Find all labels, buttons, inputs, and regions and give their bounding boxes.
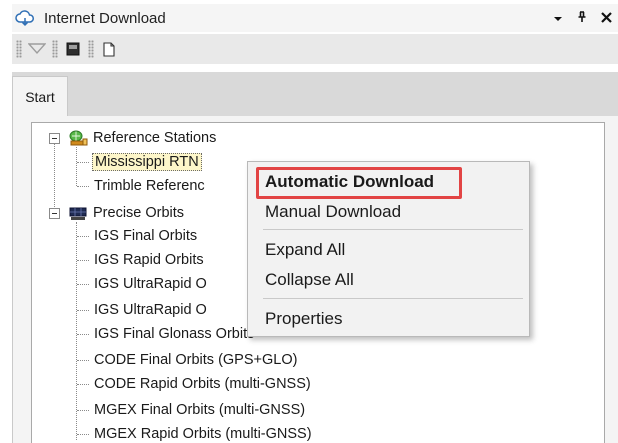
- panel-title-bar: Internet Download: [12, 4, 618, 32]
- tree-item-label: MGEX Final Orbits (multi-GNSS): [94, 402, 306, 418]
- tree-connector: [77, 236, 89, 237]
- pin-icon[interactable]: [577, 10, 587, 26]
- menu-item-expand-all[interactable]: Expand All: [265, 240, 345, 260]
- tree-group-precise-orbits[interactable]: Precise Orbits: [68, 201, 184, 225]
- close-icon[interactable]: [601, 11, 612, 26]
- tree-item-label: IGS UltraRapid O: [94, 276, 207, 292]
- tree-connector: [77, 186, 89, 187]
- tree-connector: [77, 310, 89, 311]
- tree-connector: [76, 147, 77, 186]
- satellite-orbit-icon: [68, 204, 88, 222]
- tree-connector: [77, 162, 89, 163]
- tree-item-mississippi-rtn[interactable]: Mississippi RTN: [92, 150, 202, 174]
- menu-item-properties[interactable]: Properties: [265, 309, 342, 329]
- tree-connector: [54, 139, 55, 213]
- filter-dropdown-icon[interactable]: [26, 38, 48, 60]
- tree-connector: [77, 410, 89, 411]
- tree-connector: [77, 434, 89, 435]
- tab-start-label: Start: [25, 88, 55, 105]
- tab-start[interactable]: Start: [12, 76, 68, 116]
- tree-item-mgex-final-orbits[interactable]: MGEX Final Orbits (multi-GNSS): [94, 398, 305, 422]
- tree-connector: [77, 260, 89, 261]
- menu-item-automatic-download[interactable]: Automatic Download: [265, 172, 434, 192]
- tree-item-igs-rapid-orbits[interactable]: IGS Rapid Orbits: [94, 248, 204, 272]
- tree-item-label: MGEX Rapid Orbits (multi-GNSS): [94, 426, 312, 442]
- menu-item-collapse-all[interactable]: Collapse All: [265, 270, 354, 290]
- context-menu: Automatic Download Manual Download Expan…: [247, 161, 530, 337]
- window-controls: [553, 4, 612, 32]
- tree-item-igs-ultrarapid-2[interactable]: IGS UltraRapid O: [94, 298, 207, 322]
- menu-item-manual-download[interactable]: Manual Download: [265, 202, 401, 222]
- tree-item-label: IGS Final Glonass Orbits: [94, 326, 255, 342]
- tree-item-label: CODE Final Orbits (GPS+GLO): [94, 352, 298, 368]
- tree-item-label: CODE Rapid Orbits (multi-GNSS): [94, 376, 311, 392]
- collapse-toggle[interactable]: [49, 133, 60, 144]
- menu-separator: [263, 298, 523, 299]
- tree-connector: [77, 284, 89, 285]
- toolbar-separator: [52, 40, 58, 58]
- tree-item-label: Mississippi RTN: [92, 153, 202, 171]
- new-document-icon[interactable]: [98, 38, 120, 60]
- tree-group-label: Reference Stations: [93, 130, 217, 146]
- tree-group-reference-stations[interactable]: Reference Stations: [68, 126, 216, 150]
- collapse-toggle[interactable]: [49, 208, 60, 219]
- tree-connector: [77, 360, 89, 361]
- internet-download-panel: Internet Download Start Reference Statio…: [0, 0, 618, 443]
- tree-item-label: Trimble Referenc: [94, 178, 205, 194]
- network-station-icon: [68, 129, 88, 147]
- tree-group-label: Precise Orbits: [93, 205, 185, 221]
- tree-item-code-rapid-orbits[interactable]: CODE Rapid Orbits (multi-GNSS): [94, 372, 311, 396]
- screen-capture-icon[interactable]: [62, 38, 84, 60]
- tree-item-label: IGS Rapid Orbits: [94, 252, 204, 268]
- tab-strip: Start: [12, 72, 618, 116]
- tree-item-igs-final-glonass[interactable]: IGS Final Glonass Orbits: [94, 322, 254, 346]
- panel-toolbar: [12, 34, 618, 64]
- toolbar-grip[interactable]: [16, 40, 22, 58]
- tree-item-trimble-reference[interactable]: Trimble Referenc: [94, 174, 205, 198]
- panel-title: Internet Download: [44, 9, 166, 27]
- tree-item-label: IGS Final Orbits: [94, 228, 198, 244]
- toolbar-separator: [88, 40, 94, 58]
- tree-item-igs-final-orbits[interactable]: IGS Final Orbits: [94, 224, 197, 248]
- tree-connector: [77, 334, 89, 335]
- tree-item-mgex-rapid-orbits[interactable]: MGEX Rapid Orbits (multi-GNSS): [94, 422, 312, 443]
- tree-item-code-final-orbits[interactable]: CODE Final Orbits (GPS+GLO): [94, 348, 297, 372]
- tree-connector: [77, 384, 89, 385]
- dropdown-arrow-icon[interactable]: [553, 11, 563, 26]
- menu-separator: [263, 229, 523, 230]
- cloud-download-icon: [14, 7, 36, 29]
- tree-connector: [76, 222, 77, 440]
- tree-item-label: IGS UltraRapid O: [94, 302, 207, 318]
- tree-item-igs-ultrarapid-1[interactable]: IGS UltraRapid O: [94, 272, 207, 296]
